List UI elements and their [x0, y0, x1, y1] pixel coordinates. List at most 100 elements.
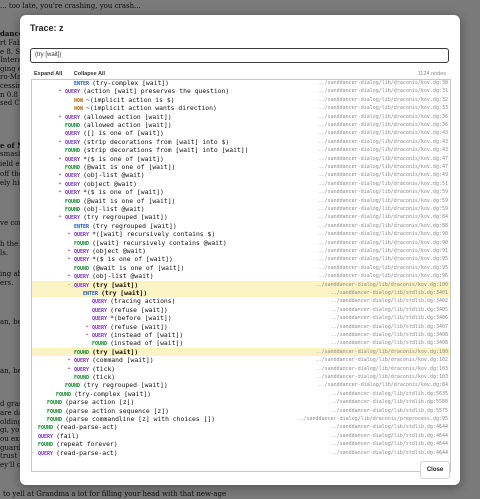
trace-row[interactable]: + QUERY (obj-list @wait) ../sanddancer-dial… [32, 272, 450, 280]
trace-row[interactable]: + QUERY (object @wait) ../sanddancer-dialog… [32, 247, 450, 255]
source-location-link[interactable]: ../sanddancer-dialog/lib/stdlib.dg:3405 [331, 306, 448, 314]
source-location-link[interactable]: ../sanddancer-dialog/lib/draconis/kov.dg… [319, 255, 448, 263]
trace-row[interactable]: FOUND (try-complex [wait]) ../sanddancer-d… [32, 390, 450, 398]
trace-row[interactable]: FOUND (@wait is one of [wait]) ../sanddanc… [32, 163, 450, 171]
expand-toggle-icon[interactable]: + [66, 356, 72, 364]
trace-row[interactable]: + QUERY (obj-list @wait) ../sanddancer-dial… [32, 171, 450, 179]
source-location-link[interactable]: ../sanddancer-dialog/lib/stdlib.dg:3402 [331, 297, 448, 305]
source-location-link[interactable]: ../sanddancer-dialog/lib/draconis/kov.dg… [319, 247, 448, 255]
expand-toggle-icon[interactable]: + [57, 213, 63, 221]
source-location-link[interactable]: ../sanddancer-dialog/lib/stdlib.dg:3407 [331, 323, 448, 331]
source-location-link[interactable]: ../sanddancer-dialog/lib/stdlib.dg:3408 [331, 331, 448, 339]
source-location-link[interactable]: ../sanddancer-dialog/lib/draconis/kov.dg… [319, 138, 448, 146]
expand-toggle-icon[interactable]: + [57, 180, 63, 188]
source-location-link[interactable]: ../sanddancer-dialog/lib/stdlib.dg:4644 [331, 432, 448, 440]
source-location-link[interactable]: ../sanddancer-dialog/lib/draconis/kov.dg… [319, 171, 448, 179]
close-button[interactable]: Close [420, 461, 450, 479]
expand-toggle-icon[interactable]: + [66, 255, 72, 263]
source-location-link[interactable]: ../sanddancer-dialog/lib/stdlib.dg:5580 [331, 398, 448, 406]
expand-toggle-icon[interactable]: + [66, 272, 72, 280]
source-location-link[interactable]: ../sanddancer-dialog/lib/stdlib.dg:3408 [331, 339, 448, 347]
trace-row[interactable]: ENTER (try-complex [wait]) ../sanddancer-d… [32, 80, 450, 87]
trace-row[interactable]: ENTER (try [wait]) ../sanddancer-dialog/li… [32, 289, 450, 298]
trace-row[interactable]: FOUND (obj-list @wait) ../sanddancer-dialo… [32, 205, 450, 213]
trace-row[interactable]: + QUERY (object @wait) ../sanddancer-dialog… [32, 180, 450, 188]
trace-row[interactable]: QUERY *(before [wait]) ../sanddancer-dialo… [32, 314, 450, 322]
trace-row[interactable]: + QUERY *($ is one of [wait]) ../sanddancer… [32, 155, 450, 163]
trace-search-input[interactable]: (try [wait]) [30, 48, 449, 63]
expand-toggle-icon[interactable]: + [66, 247, 72, 255]
source-location-link[interactable]: ../sanddancer-dialog/lib/draconis/kov.dg… [319, 180, 448, 188]
source-location-link[interactable]: ../sanddancer-dialog/lib/stdlib.dg:3406 [331, 314, 448, 322]
source-location-link[interactable]: ../sanddancer-dialog/lib/draconis/kov.dg… [319, 146, 448, 154]
source-location-link[interactable]: ../sanddancer-dialog/lib/draconis/kov.dg… [319, 205, 448, 213]
trace-row[interactable]: FOUND (read-parse-act) ../sanddancer-dialo… [32, 423, 450, 431]
trace-row[interactable]: - QUERY (try [wait]) ../sanddancer-dialog/l… [32, 280, 450, 289]
source-location-link[interactable]: ../sanddancer-dialog/lib/draconis/kov.dg… [319, 121, 448, 129]
trace-row[interactable]: ENTER (try regrouped [wait]) ../sanddancer… [32, 222, 450, 230]
source-location-link[interactable]: ../sanddancer-dialog/lib/draconis/kov.dg… [316, 348, 448, 356]
source-location-link[interactable]: ../sanddancer-dialog/lib/draconis/kov.dg… [319, 129, 448, 137]
trace-row[interactable]: + QUERY (refuse [wait]) ../sanddancer-dialo… [32, 323, 450, 331]
expand-toggle-icon[interactable]: + [57, 155, 63, 163]
source-location-link[interactable]: ../sanddancer-dialog/lib/draconis/kov.dg… [319, 239, 448, 247]
source-location-link[interactable]: ../sanddancer-dialog/lib/stdlib.dg:4644 [331, 449, 448, 457]
expand-toggle-icon[interactable]: + [57, 113, 63, 121]
trace-row[interactable]: FOUND (instead of [wait]) ../sanddancer-di… [32, 339, 450, 347]
source-location-link[interactable]: ../sanddancer-dialog/lib/stdlib.dg:5575 [331, 407, 448, 415]
trace-row[interactable]: + QUERY *([wait] recursively contains $)..… [32, 230, 450, 238]
source-location-link[interactable]: ../sanddancer-dialog/lib/draconis/kov.dg… [316, 356, 448, 364]
trace-row[interactable]: + QUERY (command [wait]) ../sanddancer-dial… [32, 356, 450, 364]
trace-row[interactable]: FOUND (repeat forever) ../sanddancer-dialo… [32, 440, 450, 448]
trace-row[interactable]: - QUERY (read-parse-act) ../sanddancer-dial… [32, 449, 450, 457]
source-location-link[interactable]: ../sanddancer-dialog/lib/draconis/kov.dg… [316, 281, 448, 289]
trace-row[interactable]: NOW ~(implicit action is $) ../sanddancer-… [32, 96, 450, 104]
trace-row[interactable]: QUERY (fail) ../sanddancer-dialog/lib/stdl… [32, 432, 450, 440]
trace-row[interactable]: QUERY([] is one of [wait]) ../sanddancer-… [32, 129, 450, 137]
source-location-link[interactable]: ../sanddancer-dialog/lib/draconis/kov.dg… [316, 373, 448, 381]
trace-row[interactable]: + QUERY *($ is one of [wait]) ../sanddancer… [32, 255, 450, 263]
source-location-link[interactable]: ../sanddancer-dialog/lib/draconis/kov.dg… [319, 104, 448, 112]
trace-row[interactable]: NOW ~(implicit action wants direction) ../… [32, 104, 450, 112]
source-location-link[interactable]: ../sanddancer-dialog/lib/draconis/kov.dg… [319, 272, 448, 280]
trace-row[interactable]: + QUERY (allowed action [wait]) ../sanddanc… [32, 113, 450, 121]
source-location-link[interactable]: ../sanddancer-dialog/lib/stdlib.dg:4644 [331, 440, 448, 448]
expand-toggle-icon[interactable]: + [66, 365, 72, 373]
trace-row[interactable]: QUERY (tracing actions) ../sanddancer-dial… [32, 297, 450, 305]
source-location-link[interactable]: ../sanddancer-dialog/lib/draconis/kov.dg… [319, 213, 448, 221]
source-location-link[interactable]: ../sanddancer-dialog/lib/stdlib.dg:3401 [331, 289, 448, 297]
collapse-toggle-icon[interactable]: - [66, 281, 72, 289]
trace-row[interactable]: FOUND ([wait] recursively contains @wait)… [32, 239, 450, 247]
source-location-link[interactable]: ../sanddancer-dialog/lib/draconis/kov.dg… [319, 96, 448, 104]
source-location-link[interactable]: ../sanddancer-dialog/lib/draconis/kov.dg… [319, 222, 448, 230]
source-location-link[interactable]: ../sanddancer-dialog/lib/draconis/prepro… [297, 415, 448, 423]
trace-row[interactable]: + QUERY (strip decorations from [wait] int… [32, 138, 450, 146]
trace-tree[interactable]: ENTER (try-complex [wait]) ../sanddancer-d… [31, 79, 451, 472]
source-location-link[interactable]: ../sanddancer-dialog/lib/draconis/kov.dg… [319, 163, 448, 171]
trace-row[interactable]: FOUND (parse action [z]) ../sanddancer-dia… [32, 398, 450, 406]
source-location-link[interactable]: ../sanddancer-dialog/lib/stdlib.dg:4644 [331, 423, 448, 431]
trace-row[interactable]: FOUND (try regrouped [wait]) ../sanddancer… [32, 381, 450, 389]
expand-toggle-icon[interactable]: + [57, 138, 63, 146]
trace-row[interactable]: QUERY (refuse [wait]) ../sanddancer-dialog… [32, 306, 450, 314]
expand-toggle-icon[interactable]: + [84, 331, 90, 339]
trace-row[interactable]: + QUERY (instead of [wait]) ../sanddancer-d… [32, 331, 450, 339]
source-location-link[interactable]: ../sanddancer-dialog/lib/draconis/kov.dg… [319, 197, 448, 205]
source-location-link[interactable]: ../sanddancer-dialog/lib/draconis/kov.dg… [319, 230, 448, 238]
trace-row[interactable]: FOUND (@wait is one of [wait]) ../sanddanc… [32, 264, 450, 272]
trace-row[interactable]: + QUERY *($ is one of [wait]) ../sanddancer… [32, 188, 450, 196]
expand-toggle-icon[interactable]: + [57, 171, 63, 179]
expand-toggle-icon[interactable]: + [57, 188, 63, 196]
expand-toggle-icon[interactable]: + [66, 230, 72, 238]
source-location-link[interactable]: ../sanddancer-dialog/lib/draconis/kov.dg… [319, 155, 448, 163]
source-location-link[interactable]: ../sanddancer-dialog/lib/draconis/kov.dg… [319, 188, 448, 196]
collapse-all-button[interactable]: Collapse All [74, 71, 105, 77]
source-location-link[interactable]: ../sanddancer-dialog/lib/draconis/kov.dg… [319, 80, 448, 87]
trace-row[interactable]: FOUND (allowed action [wait]) ../sanddance… [32, 121, 450, 129]
expand-toggle-icon[interactable]: + [84, 323, 90, 331]
collapse-toggle-icon[interactable]: - [32, 449, 36, 457]
source-location-link[interactable]: ../sanddancer-dialog/lib/draconis/kov.dg… [319, 264, 448, 272]
trace-row[interactable]: + QUERY (try regrouped [wait]) ../sanddance… [32, 213, 450, 221]
trace-row[interactable]: FOUND (tick) ../sanddancer-dialog/lib/drac… [32, 373, 450, 381]
trace-row[interactable]: FOUND (parse action sequence [z]) ../sandd… [32, 407, 450, 415]
